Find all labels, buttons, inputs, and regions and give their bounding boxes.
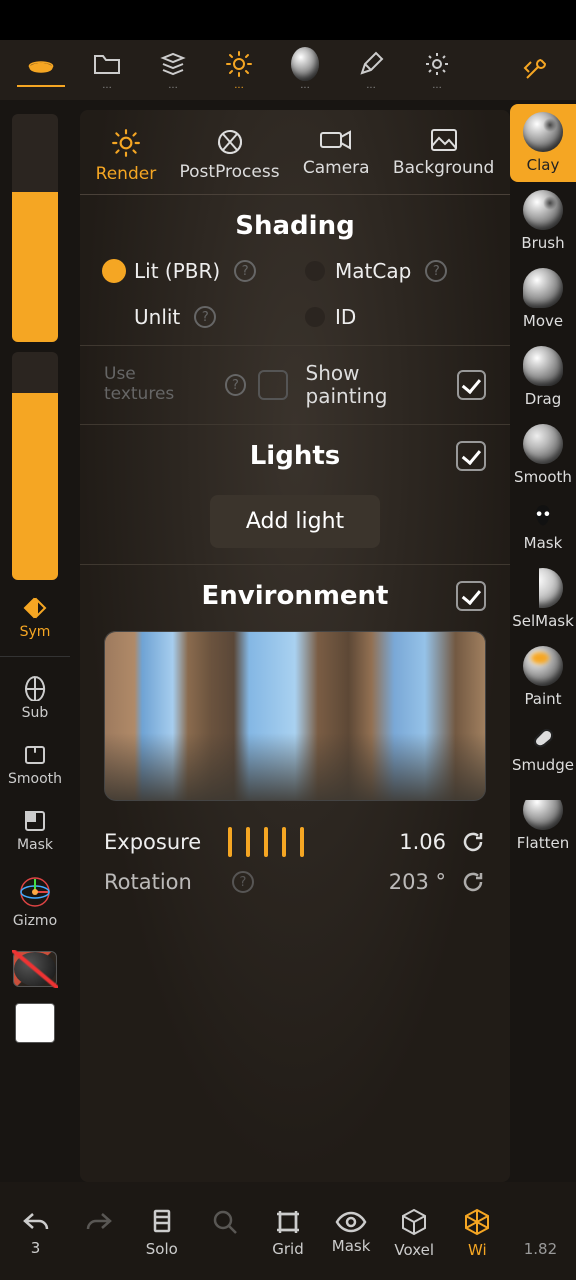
search-button[interactable] bbox=[193, 1208, 256, 1258]
environment-title: Environment bbox=[202, 581, 389, 611]
tab-postprocess[interactable]: PostProcess bbox=[174, 128, 286, 184]
radio-dot-icon bbox=[305, 307, 325, 327]
section-lights: Lights Add light bbox=[80, 425, 510, 565]
check-use-textures: Use textures ? bbox=[104, 365, 288, 404]
layers-icon bbox=[159, 50, 187, 78]
brush-flatten[interactable]: Flatten bbox=[510, 782, 576, 860]
tools-icon bbox=[521, 56, 549, 84]
selmask-icon bbox=[523, 568, 563, 608]
brush-drag[interactable]: Drag bbox=[510, 338, 576, 416]
intensity-slider[interactable] bbox=[12, 352, 58, 580]
brush-move[interactable]: Move bbox=[510, 260, 576, 338]
tool-sub[interactable]: Sub bbox=[0, 667, 70, 727]
settings-panel: Render PostProcess Camera Background Sha… bbox=[80, 110, 510, 1182]
toolbar-material[interactable]: ... bbox=[272, 50, 338, 90]
radio-id[interactable]: ID bbox=[305, 305, 486, 329]
sun-icon bbox=[225, 50, 253, 78]
clay-icon bbox=[523, 112, 563, 152]
tab-background[interactable]: Background bbox=[387, 128, 500, 184]
tool-mask[interactable]: Mask bbox=[0, 803, 70, 859]
pencil-icon bbox=[357, 50, 385, 78]
reset-icon[interactable] bbox=[460, 829, 486, 855]
toolbar-lighting[interactable]: ... bbox=[206, 50, 272, 90]
material-sphere-icon bbox=[291, 50, 319, 78]
checkbox-icon bbox=[457, 370, 486, 400]
bottom-toolbar: 3 Solo Grid Mask Voxel Wi 1.82 bbox=[0, 1182, 576, 1280]
add-light-button[interactable]: Add light bbox=[210, 495, 380, 548]
tool-gizmo[interactable]: Gizmo bbox=[0, 869, 70, 935]
redo-button[interactable] bbox=[67, 1209, 130, 1257]
radio-lit-pbr[interactable]: Lit (PBR) ? bbox=[104, 259, 285, 283]
brush-mask[interactable]: Mask bbox=[510, 494, 576, 560]
undo-button[interactable]: 3 bbox=[4, 1209, 67, 1257]
tab-camera[interactable]: Camera bbox=[297, 128, 376, 184]
move-icon bbox=[523, 268, 563, 308]
material-preview[interactable] bbox=[0, 945, 70, 993]
brush-clay[interactable]: Clay bbox=[510, 104, 576, 182]
reset-icon[interactable] bbox=[460, 869, 486, 895]
flatten-icon bbox=[523, 790, 563, 830]
toolbar-scene[interactable]: ... bbox=[140, 50, 206, 90]
help-icon[interactable]: ? bbox=[234, 260, 256, 282]
smudge-icon bbox=[529, 724, 557, 752]
slider-icon bbox=[228, 827, 362, 857]
right-toolbar: Clay Brush Move Drag Smooth Mask SelMask bbox=[510, 100, 576, 1182]
toolbar-tools[interactable] bbox=[502, 56, 568, 84]
help-icon: ? bbox=[225, 374, 247, 396]
radius-slider[interactable] bbox=[12, 114, 58, 342]
folder-icon bbox=[93, 50, 121, 78]
main-toolbar: ... ... ... ... ... ... bbox=[0, 40, 576, 100]
brush-brush[interactable]: Brush bbox=[510, 182, 576, 260]
drag-icon bbox=[523, 346, 563, 386]
section-shading: Shading Lit (PBR) ? MatCap ? Unlit ? bbox=[80, 195, 510, 346]
smooth-icon bbox=[523, 424, 563, 464]
help-icon[interactable]: ? bbox=[425, 260, 447, 282]
brush-selmask[interactable]: SelMask bbox=[510, 560, 576, 638]
mask-icon bbox=[529, 502, 557, 530]
environment-preview[interactable] bbox=[104, 631, 486, 801]
grid-button[interactable]: Grid bbox=[256, 1208, 319, 1258]
radio-dot-icon bbox=[305, 261, 325, 281]
toolbar-sculpt[interactable] bbox=[8, 53, 74, 87]
exposure-row[interactable]: Exposure 1.06 bbox=[104, 821, 486, 863]
radio-dot-icon bbox=[104, 261, 124, 281]
mask-view-button[interactable]: Mask bbox=[320, 1211, 383, 1255]
brush-smudge[interactable]: Smudge bbox=[510, 716, 576, 782]
color-swatch[interactable] bbox=[0, 1003, 70, 1043]
check-show-painting[interactable]: Show painting bbox=[306, 362, 486, 408]
checkbox-icon bbox=[258, 370, 287, 400]
toolbar-settings[interactable]: ... bbox=[404, 50, 470, 90]
voxel-button[interactable]: Voxel bbox=[383, 1207, 446, 1259]
help-icon[interactable]: ? bbox=[232, 871, 254, 893]
toolbar-dots: ... bbox=[102, 82, 112, 90]
lights-title: Lights bbox=[250, 441, 341, 471]
shading-title: Shading bbox=[104, 211, 486, 241]
section-environment: Environment Exposure 1.06 Rotation ? 203… bbox=[80, 565, 510, 917]
phone-status-bar bbox=[0, 0, 576, 40]
section-textures: Use textures ? Show painting bbox=[80, 346, 510, 425]
solo-button[interactable]: Solo bbox=[130, 1208, 193, 1258]
sculpt-icon bbox=[27, 53, 55, 81]
tab-render[interactable]: Render bbox=[90, 128, 163, 184]
paint-icon bbox=[523, 646, 563, 686]
brush-paint[interactable]: Paint bbox=[510, 638, 576, 716]
environment-enable-checkbox[interactable] bbox=[456, 581, 486, 611]
radio-unlit[interactable]: Unlit ? bbox=[134, 305, 285, 329]
wire-button[interactable]: Wi bbox=[446, 1207, 509, 1259]
rotation-row[interactable]: Rotation ? 203 ° bbox=[104, 863, 486, 901]
gear-icon bbox=[423, 50, 451, 78]
lights-enable-checkbox[interactable] bbox=[456, 441, 486, 471]
tool-sym[interactable]: Sym bbox=[0, 590, 70, 646]
left-sidebar: Sym Sub Smooth Mask Gizmo bbox=[0, 100, 70, 1182]
zoom-indicator[interactable]: 1.82 bbox=[509, 1208, 572, 1258]
toolbar-paint[interactable]: ... bbox=[338, 50, 404, 90]
brush-icon bbox=[523, 190, 563, 230]
help-icon[interactable]: ? bbox=[194, 306, 216, 328]
tool-smooth[interactable]: Smooth bbox=[0, 737, 70, 793]
panel-tabs: Render PostProcess Camera Background bbox=[80, 110, 510, 195]
radio-matcap[interactable]: MatCap ? bbox=[305, 259, 486, 283]
brush-smooth[interactable]: Smooth bbox=[510, 416, 576, 494]
toolbar-files[interactable]: ... bbox=[74, 50, 140, 90]
